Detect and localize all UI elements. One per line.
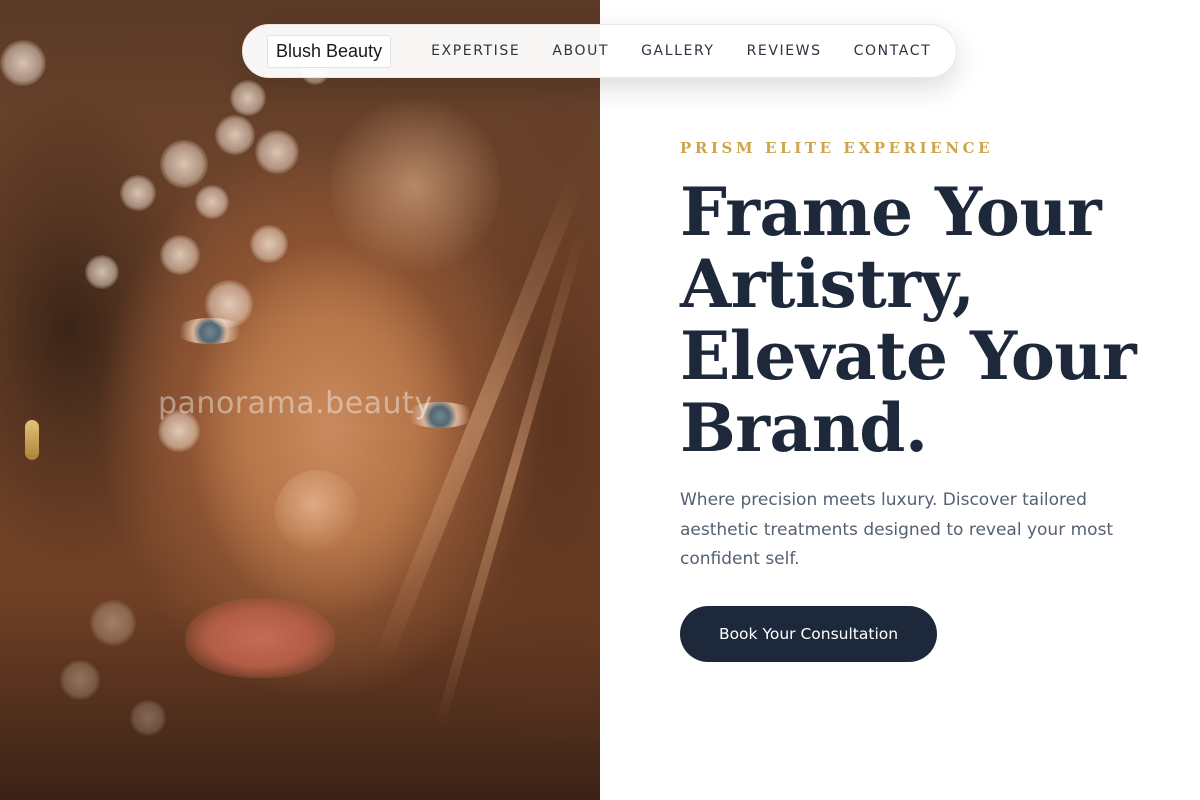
nav-link-reviews[interactable]: REVIEWS xyxy=(747,43,822,59)
nav-link-gallery[interactable]: GALLERY xyxy=(641,43,714,59)
bokeh-light xyxy=(60,660,100,700)
headline-line: Artistry, xyxy=(680,245,975,323)
bokeh-light xyxy=(255,130,299,174)
headline-line: Frame Your xyxy=(680,173,1102,251)
bokeh-light xyxy=(130,700,166,736)
bokeh-light xyxy=(85,255,119,289)
bokeh-light xyxy=(205,280,253,328)
nav-link-expertise[interactable]: EXPERTISE xyxy=(431,43,520,59)
hero-portrait-image: panorama.beauty xyxy=(0,0,600,800)
lips xyxy=(185,598,335,678)
nav-link-about[interactable]: ABOUT xyxy=(552,43,609,59)
bokeh-light xyxy=(160,140,208,188)
hero-eyebrow: PRISM ELITE EXPERIENCE xyxy=(680,139,994,157)
hero-subtext: Where precision meets luxury. Discover t… xyxy=(680,490,1114,569)
face-highlight xyxy=(330,90,500,280)
bokeh-light xyxy=(195,185,229,219)
bokeh-light xyxy=(120,175,156,211)
hero-headline: Frame Your Artistry, Elevate Your Brand. xyxy=(680,176,1200,464)
headline-line: Brand. xyxy=(680,389,928,467)
bokeh-light xyxy=(90,600,136,646)
bokeh-light xyxy=(215,115,255,155)
earring xyxy=(25,420,39,460)
bokeh-light xyxy=(230,80,266,116)
nose-highlight xyxy=(275,470,360,555)
watermark-text: panorama.beauty xyxy=(158,386,433,421)
bokeh-light xyxy=(0,40,46,86)
bokeh-light xyxy=(250,225,288,263)
headline-line: Elevate Your xyxy=(680,317,1137,395)
brand-logo[interactable]: Blush Beauty xyxy=(267,34,392,68)
top-navbar: Blush Beauty EXPERTISE ABOUT GALLERY REV… xyxy=(242,24,957,78)
bokeh-light xyxy=(160,235,200,275)
book-consultation-button[interactable]: Book Your Consultation xyxy=(680,606,937,662)
nav-link-contact[interactable]: CONTACT xyxy=(854,43,932,59)
